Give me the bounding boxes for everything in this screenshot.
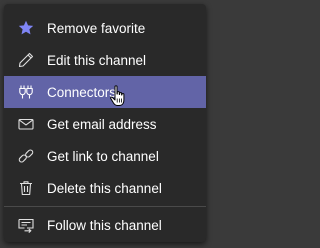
remove-favorite-label: Remove favorite xyxy=(47,20,146,36)
hand-cursor-icon xyxy=(110,85,125,106)
trash-icon xyxy=(18,180,34,196)
star-icon xyxy=(18,20,34,36)
envelope-icon xyxy=(18,116,34,132)
follow-icon xyxy=(18,217,34,234)
pencil-icon xyxy=(18,52,34,68)
follow-channel-label: Follow this channel xyxy=(47,217,162,233)
channel-context-menu: Remove favorite Edit this channel Connec… xyxy=(4,4,206,242)
follow-channel-item[interactable]: Follow this channel xyxy=(4,209,206,241)
get-email-address-item[interactable]: Get email address xyxy=(4,108,206,140)
menu-divider xyxy=(4,206,206,207)
get-link-label: Get link to channel xyxy=(47,148,159,164)
connectors-icon xyxy=(18,84,34,100)
edit-channel-item[interactable]: Edit this channel xyxy=(4,44,206,76)
connectors-label: Connectors xyxy=(47,84,117,100)
get-email-address-label: Get email address xyxy=(47,116,157,132)
link-icon xyxy=(18,148,34,164)
edit-channel-label: Edit this channel xyxy=(47,52,147,68)
get-link-item[interactable]: Get link to channel xyxy=(4,140,206,172)
remove-favorite-item[interactable]: Remove favorite xyxy=(4,12,206,44)
delete-channel-item[interactable]: Delete this channel xyxy=(4,172,206,204)
delete-channel-label: Delete this channel xyxy=(47,180,162,196)
connectors-item[interactable]: Connectors xyxy=(4,76,206,108)
